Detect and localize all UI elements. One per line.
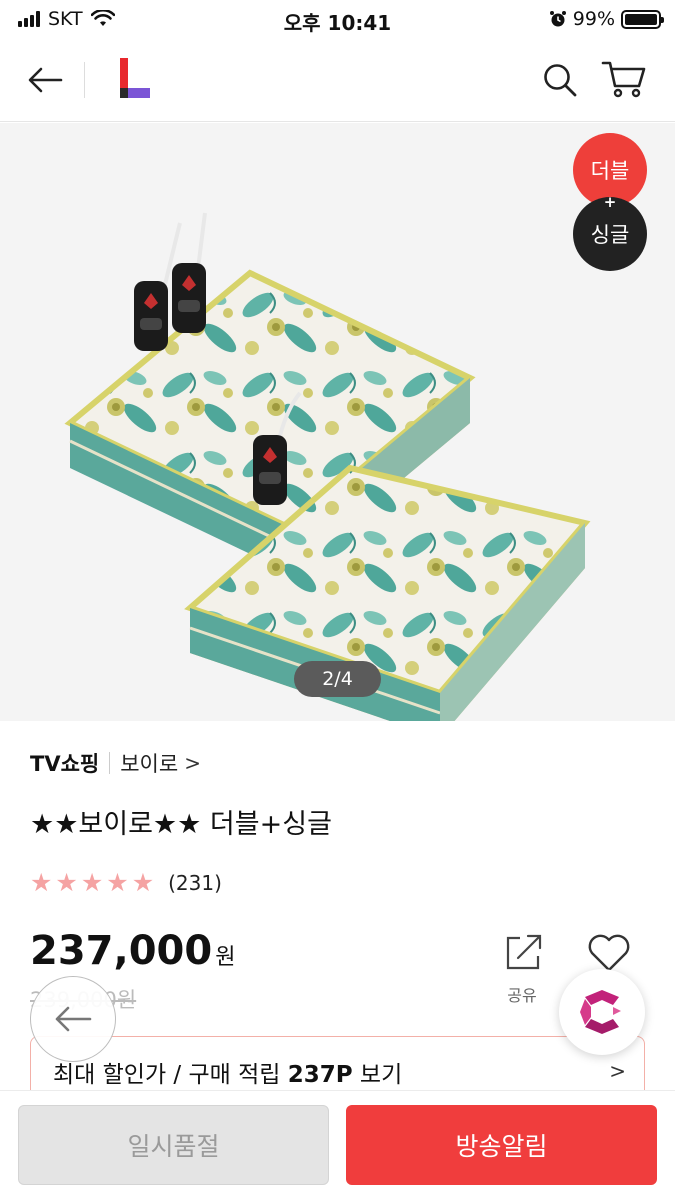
search-button[interactable] (538, 58, 582, 102)
back-button[interactable] (22, 60, 68, 100)
image-page-indicator: 2/4 (294, 661, 381, 697)
lotte-c-logo-icon (580, 990, 621, 1034)
product-title: ★★보이로★★ 더블+싱글 (30, 809, 332, 840)
brand-link[interactable]: 보이로 (120, 748, 178, 778)
status-right: 99% (549, 8, 664, 30)
bottom-action-bar: 일시품절 방송알림 (0, 1090, 675, 1200)
share-icon (506, 934, 542, 970)
status-bar: SKT 오후 10:41 99% (0, 0, 675, 40)
benefit-text: 최대 할인가 / 구매 적립 237P 보기 (53, 1055, 402, 1089)
back-arrow-icon (55, 1006, 92, 1032)
battery-icon (621, 9, 664, 29)
star-rating: ★ ★ ★ ★ ★ (30, 868, 154, 897)
price-value: 237,000 (30, 928, 213, 974)
benefit-points: 237P (287, 1062, 353, 1088)
status-left: SKT (18, 8, 115, 30)
star-icon: ★ (55, 868, 78, 897)
floating-back-button[interactable] (30, 976, 116, 1062)
benefit-suffix: 보기 (352, 1062, 403, 1088)
star-icon: ★ (131, 868, 155, 897)
lotte-logo[interactable] (118, 58, 152, 98)
signal-icon (18, 11, 40, 27)
share-button[interactable]: 공유 (498, 932, 546, 1005)
header-divider (84, 62, 85, 98)
variant-badges: 더블 싱글 + (573, 133, 649, 271)
carrier-label: SKT (48, 8, 83, 30)
wifi-icon (90, 10, 115, 26)
share-label: 공유 (507, 986, 537, 1005)
back-arrow-icon (28, 67, 63, 93)
rating-row[interactable]: ★ ★ ★ ★ ★ (231) (30, 868, 222, 897)
chevron-right-icon: > (609, 1059, 626, 1083)
star-icon: ★ (106, 868, 129, 897)
sale-price: 237,000 원 (30, 928, 235, 974)
badge-plus: + (603, 193, 617, 211)
product-image-gallery[interactable]: 더블 싱글 + 2/4 (0, 123, 675, 721)
benefit-prefix: 최대 할인가 / 구매 적립 (53, 1062, 288, 1088)
soldout-button[interactable]: 일시품절 (18, 1105, 329, 1185)
brand-divider (109, 752, 111, 774)
seller-label: TV쇼핑 (30, 752, 100, 776)
star-icon: ★ (30, 868, 53, 897)
alarm-icon (549, 11, 566, 27)
cart-icon (601, 61, 646, 98)
broadcast-alert-button[interactable]: 방송알림 (346, 1105, 657, 1185)
price-unit: 원 (215, 945, 236, 970)
cart-button[interactable] (598, 56, 650, 102)
brand-row: TV쇼핑 보이로 > (30, 748, 201, 778)
chevron-right-icon[interactable]: > (184, 751, 201, 775)
search-icon (544, 64, 577, 97)
star-icon: ★ (80, 868, 104, 897)
review-count[interactable]: (231) (168, 871, 222, 895)
floating-chat-button[interactable] (559, 969, 645, 1055)
heart-icon (588, 934, 630, 972)
top-navigation (0, 40, 675, 122)
battery-percent: 99% (572, 8, 615, 30)
